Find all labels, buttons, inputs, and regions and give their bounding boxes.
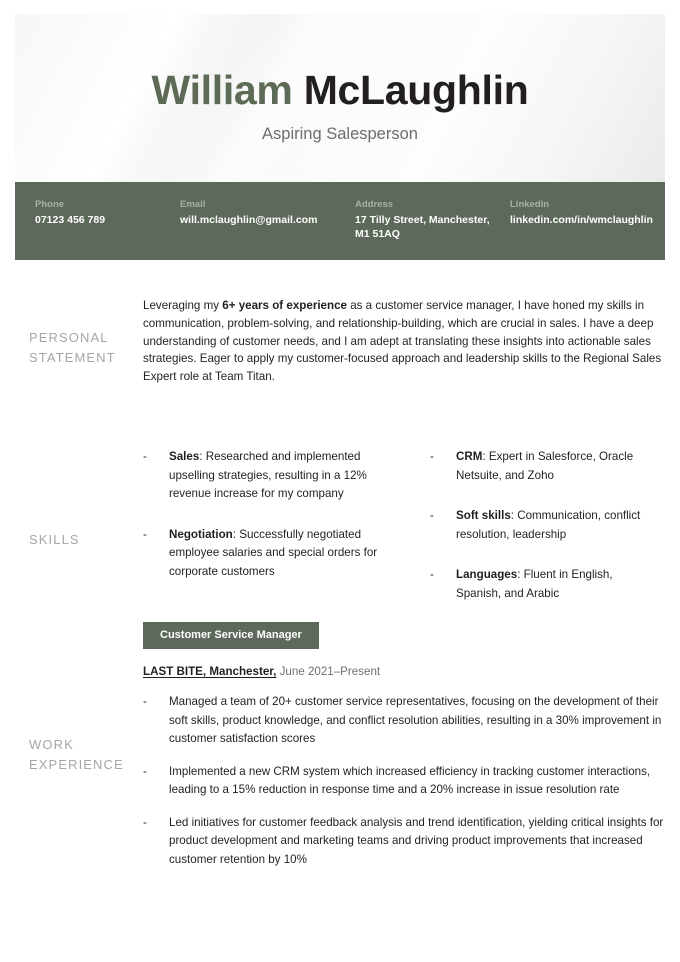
candidate-name: William McLaughlin [15, 14, 665, 114]
bullet-dash: - [143, 695, 147, 708]
skill-title: Negotiation [169, 527, 233, 541]
skill-item: - Negotiation: Successfully negotiated em… [143, 526, 396, 582]
contact-label-linkedin: LinkedIn [510, 199, 550, 210]
work-bullet-item: - Implemented a new CRM system which incr… [143, 763, 665, 800]
skill-item: - Sales: Researched and implemented upsel… [143, 448, 396, 504]
work-bullet-text: Implemented a new CRM system which incre… [169, 764, 651, 797]
bullet-dash: - [143, 450, 147, 463]
work-bullet-text: Led initiatives for customer feedback an… [169, 815, 664, 866]
header-inner: William McLaughlin Aspiring Salesperson [15, 14, 665, 145]
contact-label-address: Address [355, 199, 394, 210]
contact-label-phone: Phone [35, 199, 65, 210]
candidate-job-title: Aspiring Salesperson [262, 125, 418, 143]
statement-text-highlight: 6+ years of experience [222, 299, 347, 312]
contact-item-address: Address 17 Tilly Street, Manchester, M1 … [355, 198, 510, 260]
contact-value-address: 17 Tilly Street, Manchester, M1 51AQ [355, 214, 490, 240]
skills-columns: - Sales: Researched and implemented upsel… [143, 448, 665, 603]
resume-header: William McLaughlin Aspiring Salesperson [15, 14, 665, 182]
work-bullet-item: - Managed a team of 20+ customer service … [143, 693, 665, 749]
contact-value-phone: 07123 456 789 [35, 214, 106, 226]
candidate-last-name: McLaughlin [303, 67, 529, 113]
section-label-personal-statement: PERSONAL STATEMENT [29, 330, 116, 365]
skill-body: : Researched and implemented upselling s… [169, 450, 367, 500]
bullet-dash: - [430, 509, 434, 522]
personal-statement-body: Leveraging my 6+ years of experience as … [143, 297, 665, 386]
job-role-badge: Customer Service Manager [143, 622, 319, 649]
work-bullet-text: Managed a team of 20+ customer service r… [169, 695, 662, 745]
work-bullet-item: - Led initiatives for customer feedback a… [143, 814, 665, 870]
job-dates: June 2021–Present [276, 665, 381, 678]
skills-column-left: - Sales: Researched and implemented upsel… [143, 448, 396, 603]
bullet-dash: - [143, 527, 147, 541]
bullet-dash: - [430, 450, 434, 463]
resume-page: William McLaughlin Aspiring Salesperson … [0, 0, 680, 962]
candidate-first-name: William [151, 67, 293, 113]
bullet-dash: - [143, 815, 147, 829]
contact-item-linkedin: LinkedIn linkedin.com/in/wmclaughlin [510, 198, 665, 260]
skill-item: - CRM: Expert in Salesforce, Oracle Netsu… [430, 448, 649, 485]
skill-body: : Expert in Salesforce, Oracle Netsuite,… [456, 450, 634, 482]
work-bullet-list: - Managed a team of 20+ customer service … [143, 693, 665, 869]
job-company-name: LAST BITE, Manchester, [143, 665, 277, 678]
bullet-dash: - [143, 764, 147, 778]
contact-item-phone: Phone 07123 456 789 [15, 198, 180, 260]
job-company-line: LAST BITE, Manchester, June 2021–Present [143, 664, 665, 680]
name-space [293, 67, 304, 113]
contact-label-email: Email [180, 199, 206, 210]
skill-title: CRM [456, 450, 483, 463]
skill-title: Soft skills [456, 509, 511, 522]
skill-title: Sales [169, 450, 200, 463]
skills-body: - Sales: Researched and implemented upsel… [143, 448, 665, 603]
statement-text-pre: Leveraging my [143, 299, 223, 312]
skill-item: - Soft skills: Communication, conflict re… [430, 507, 649, 544]
skill-item: - Languages: Fluent in English, Spanish, … [430, 566, 649, 603]
section-label-work-experience: WORK EXPERIENCE [29, 737, 124, 772]
personal-statement-text: Leveraging my 6+ years of experience as … [143, 297, 665, 386]
bullet-dash: - [430, 568, 434, 581]
contact-item-email: Email will.mclaughlin@gmail.com [180, 198, 355, 260]
contact-bar: Phone 07123 456 789 Email will.mclaughli… [15, 182, 665, 260]
section-label-skills: SKILLS [29, 532, 80, 547]
contact-value-linkedin[interactable]: linkedin.com/in/wmclaughlin [510, 213, 653, 227]
work-experience-body: Customer Service Manager LAST BITE, Manc… [143, 622, 665, 869]
skills-column-right: - CRM: Expert in Salesforce, Oracle Netsu… [396, 448, 649, 603]
contact-value-email[interactable]: will.mclaughlin@gmail.com [180, 213, 343, 227]
skill-title: Languages [456, 568, 518, 581]
